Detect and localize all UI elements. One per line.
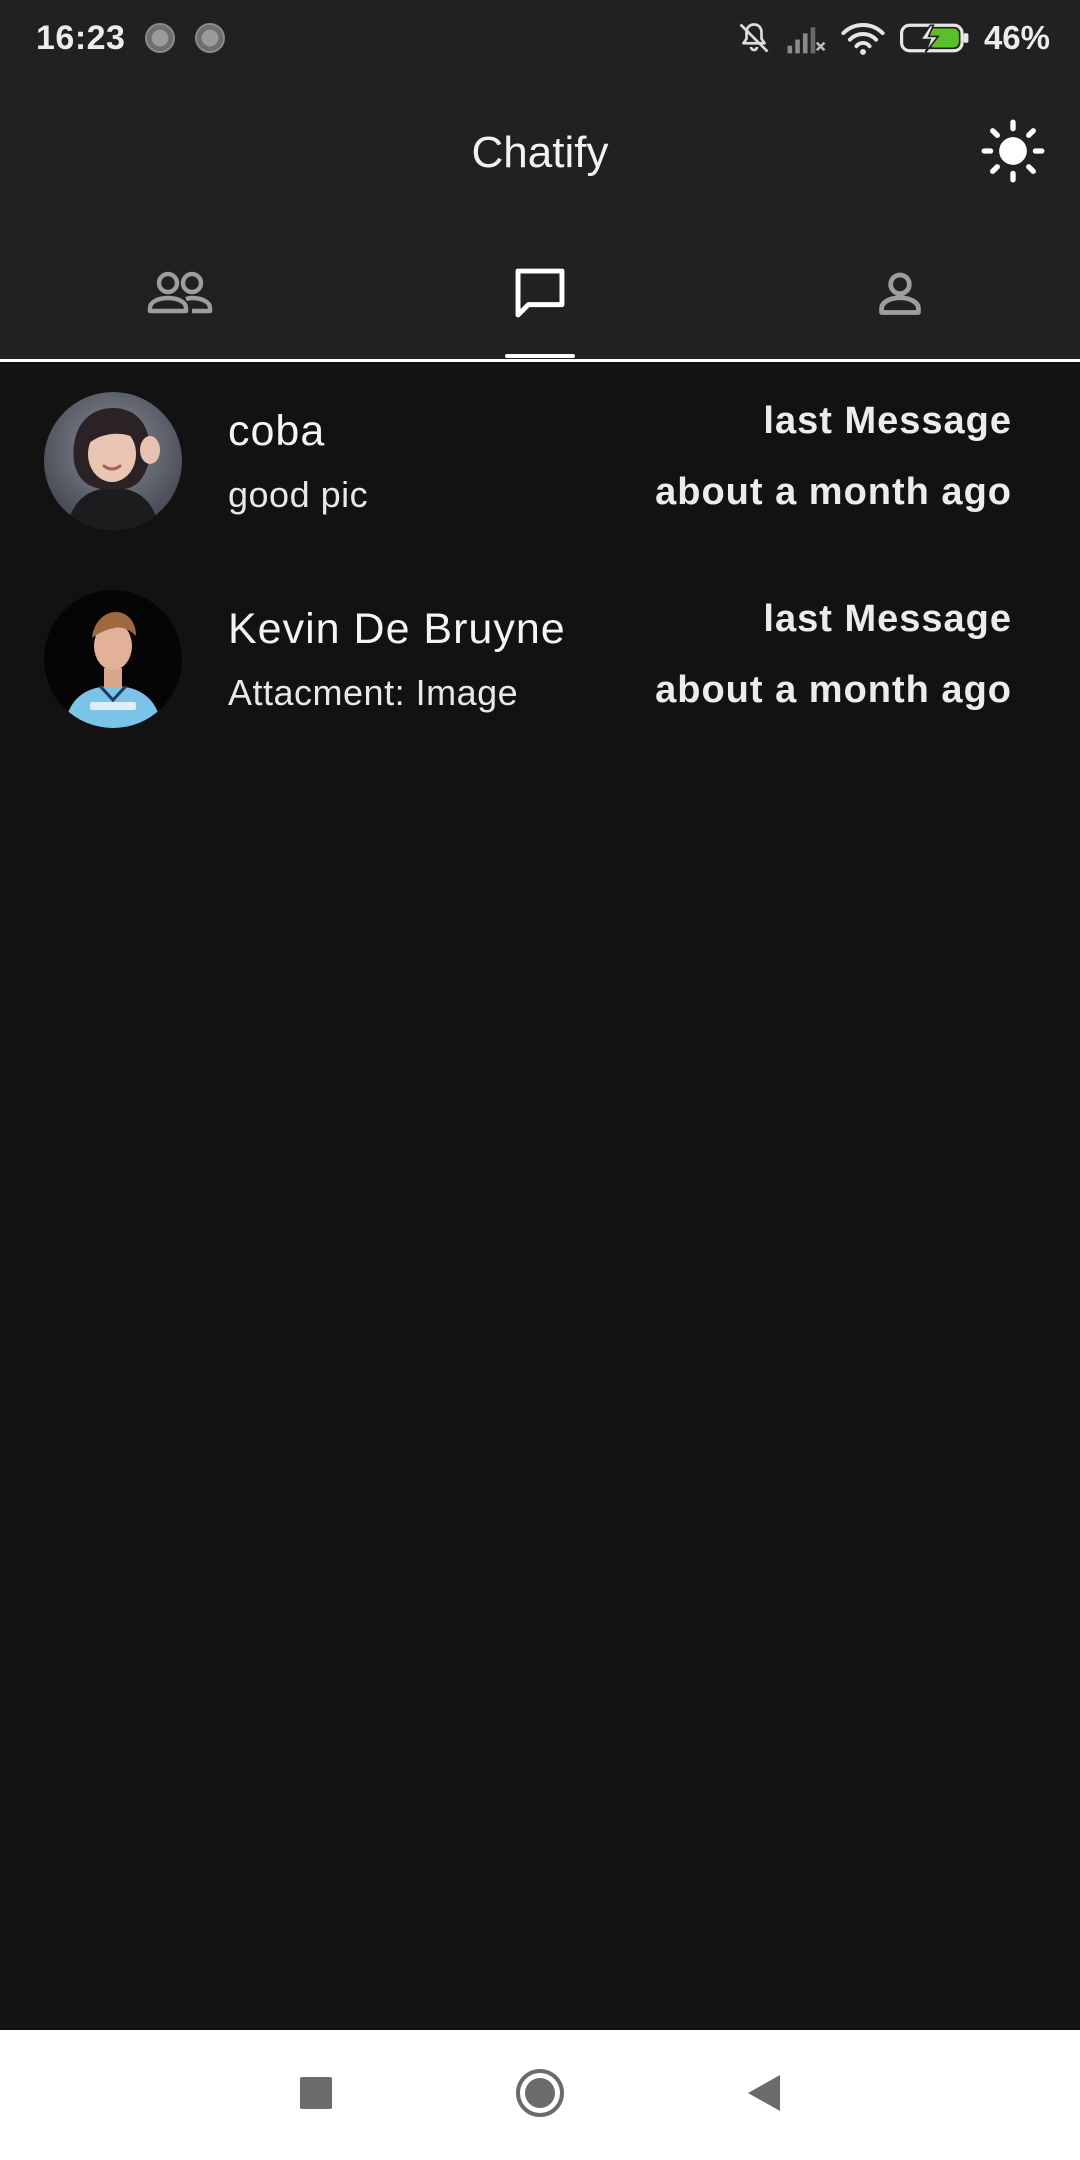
chat-list-item[interactable]: coba good pic last Message about a month… <box>0 362 1080 560</box>
status-bar: 16:23 46% <box>0 0 1080 76</box>
home-button[interactable] <box>428 2045 652 2145</box>
chat-timestamp: about a month ago <box>655 471 1012 513</box>
chatify-screen: 16:23 46% Chatify coba good pic last Mes… <box>0 0 1080 2160</box>
app-bar: Chatify <box>0 76 1080 230</box>
person-icon <box>874 267 926 324</box>
chat-preview: Attacment: Image <box>228 671 519 713</box>
chat-preview: good pic <box>228 473 369 515</box>
last-message-label: last Message <box>763 598 1012 640</box>
notification-dot-icon <box>145 23 176 53</box>
chat-name: Kevin De Bruyne <box>228 604 566 653</box>
chat-name: coba <box>228 406 326 455</box>
recents-icon <box>299 2076 333 2115</box>
last-message-label: last Message <box>763 400 1012 442</box>
chat-text: coba good pic <box>228 407 368 516</box>
theme-toggle-button[interactable] <box>980 119 1046 188</box>
home-icon <box>515 2068 565 2123</box>
avatar <box>44 590 182 728</box>
avatar <box>44 392 182 530</box>
chat-list: coba good pic last Message about a month… <box>0 362 1080 758</box>
wifi-icon <box>840 20 886 56</box>
tab-profile[interactable] <box>720 230 1080 360</box>
chat-meta: last Message about a month ago <box>655 400 1012 514</box>
chat-list-item[interactable]: Kevin De Bruyne Attacment: Image last Me… <box>0 560 1080 758</box>
status-icons: 46% <box>736 19 1050 57</box>
chat-timestamp: about a month ago <box>655 669 1012 711</box>
people-icon <box>146 269 214 322</box>
active-tab-indicator <box>505 354 575 358</box>
status-time: 16:23 <box>36 18 126 57</box>
recents-button[interactable] <box>204 2045 428 2145</box>
tab-bar <box>0 230 1080 360</box>
battery-charging-icon <box>899 22 970 54</box>
chat-meta: last Message about a month ago <box>655 598 1012 712</box>
back-icon <box>746 2073 782 2118</box>
back-button[interactable] <box>652 2045 876 2145</box>
notifications-off-icon <box>736 20 772 56</box>
tab-contacts[interactable] <box>0 230 360 360</box>
chat-text: Kevin De Bruyne Attacment: Image <box>228 605 566 714</box>
app-title: Chatify <box>471 128 609 177</box>
chat-bubble-icon <box>509 262 571 329</box>
signal-icon <box>786 21 826 55</box>
system-nav-bar <box>0 2030 1080 2160</box>
notification-dot-icon <box>195 23 226 53</box>
tab-chats[interactable] <box>360 230 720 360</box>
sun-icon <box>981 119 1045 188</box>
battery-percent: 46% <box>983 19 1050 56</box>
